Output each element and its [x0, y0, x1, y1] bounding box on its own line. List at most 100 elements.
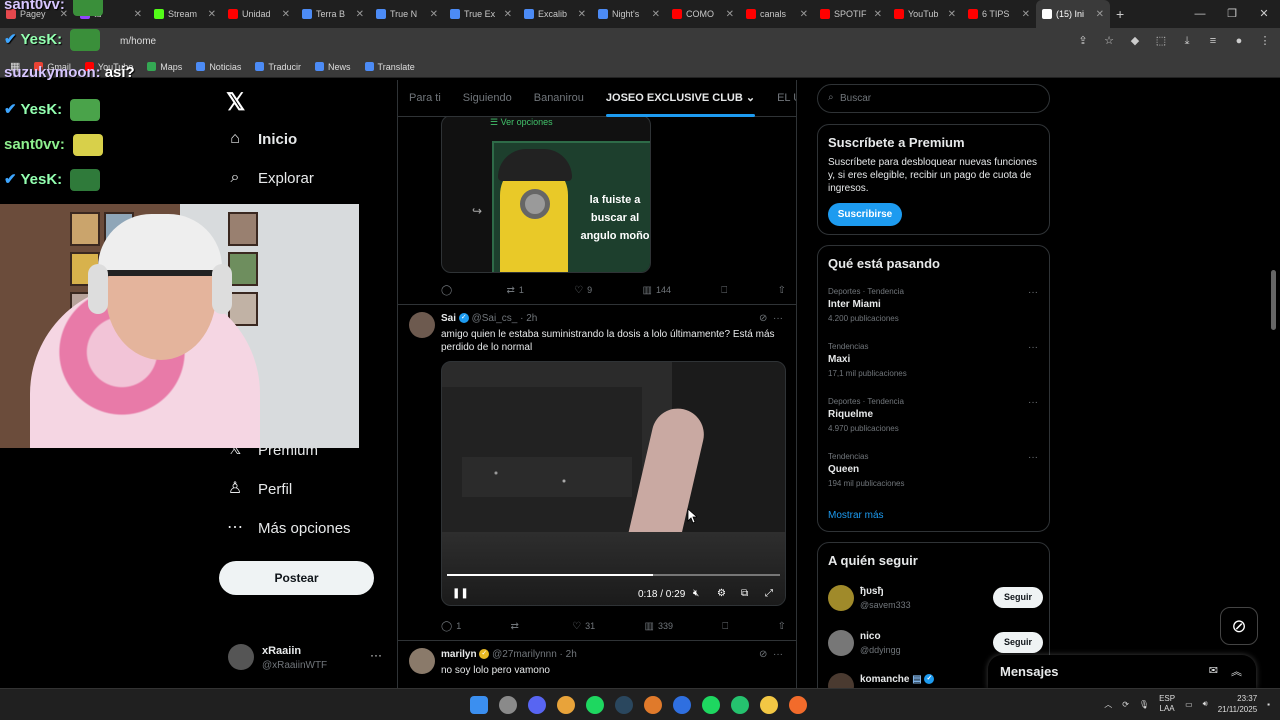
more-dots-icon[interactable]: ··· [1028, 452, 1038, 463]
close-tab-icon[interactable]: ✕ [1022, 9, 1030, 20]
share-button[interactable]: ⇧ [778, 618, 786, 634]
browser-tab[interactable]: Night's ✕ [592, 0, 666, 28]
browser-tab[interactable]: SPOTIF ✕ [814, 0, 888, 28]
browser-tab[interactable]: COMO ✕ [666, 0, 740, 28]
fullscreen-icon[interactable]: ⤢ [765, 588, 773, 599]
trend-item[interactable]: Tendencias Queen 194 mil publicaciones ·… [828, 452, 1038, 488]
tab-siguiendo[interactable]: Siguiendo [452, 80, 523, 117]
close-tab-icon[interactable]: ✕ [208, 9, 216, 20]
browser-tab[interactable]: 6 TIPS ✕ [962, 0, 1036, 28]
close-tab-icon[interactable]: ✕ [800, 9, 808, 20]
grok-button[interactable]: ⊘ [1220, 607, 1258, 645]
tab-bananirou[interactable]: Bananirou [523, 80, 595, 117]
file-explorer-icon[interactable] [760, 696, 778, 714]
more-dots-icon[interactable]: ··· [1028, 397, 1038, 408]
close-tab-icon[interactable]: ✕ [874, 9, 882, 20]
trend-item[interactable]: Deportes · Tendencia Riquelme 4.970 publ… [828, 397, 1038, 433]
bookmark-item[interactable]: News [315, 62, 351, 72]
browser-tab[interactable]: YouTub ✕ [888, 0, 962, 28]
subscribe-button[interactable]: Suscribirse [828, 203, 902, 226]
post-author-handle[interactable]: @Sai_cs_ [472, 313, 518, 324]
language-indicator[interactable]: ESP LAA [1159, 694, 1175, 714]
minimize-button[interactable]: — [1184, 0, 1216, 28]
browser-tab[interactable]: Terra B ✕ [296, 0, 370, 28]
download-icon[interactable]: ⤓ [1180, 34, 1194, 48]
nav-item-perfil[interactable]: ♙ Perfil [226, 480, 292, 498]
new-tab-button[interactable]: + [1116, 6, 1124, 22]
close-tab-icon[interactable]: ✕ [948, 9, 956, 20]
browser-tab[interactable]: True Ex ✕ [444, 0, 518, 28]
start-icon[interactable] [470, 696, 488, 714]
close-tab-icon[interactable]: ✕ [282, 9, 290, 20]
show-more-link[interactable]: Mostrar más [828, 510, 884, 521]
repost-button[interactable]: ⇄ [511, 618, 523, 634]
kick-icon[interactable] [731, 696, 749, 714]
post-author-name[interactable]: Sai [441, 313, 456, 324]
views-button[interactable]: ▥ 339 [644, 618, 672, 634]
steam-icon[interactable] [615, 696, 633, 714]
trend-item[interactable]: Deportes · Tendencia Inter Miami 4.200 p… [828, 287, 1038, 323]
page-scrollbar[interactable] [1271, 270, 1276, 330]
tab-joseo-exclusive-club[interactable]: JOSEO EXCLUSIVE CLUB ⌄ [595, 80, 766, 117]
profile-avatar-icon[interactable]: ● [1232, 34, 1246, 48]
messages-drawer[interactable]: Mensajes ✉ ︽ [988, 655, 1256, 689]
post-author-handle[interactable]: @27marilynnn [492, 649, 557, 660]
repost-button[interactable]: ⇄ 1 [507, 282, 524, 298]
browser-tab[interactable]: Excalib ✕ [518, 0, 592, 28]
nav-item-inicio[interactable]: ⌂ Inicio [226, 130, 297, 148]
close-tab-icon[interactable]: ✕ [726, 9, 734, 20]
close-tab-icon[interactable]: ✕ [1096, 9, 1104, 20]
close-tab-icon[interactable]: ✕ [504, 9, 512, 20]
avatar[interactable] [828, 585, 854, 611]
brave-icon[interactable] [644, 696, 662, 714]
avatar[interactable] [409, 648, 435, 674]
browser-tab[interactable]: Unidad ✕ [222, 0, 296, 28]
reply-button[interactable]: ◯ [441, 282, 456, 298]
notification-icon[interactable]: ▪ [1267, 700, 1270, 709]
extension-icon[interactable]: ◆ [1128, 34, 1142, 48]
volume-icon[interactable]: 🔊︎ [1203, 699, 1208, 709]
discord-icon[interactable] [528, 696, 546, 714]
more-dots-icon[interactable]: ··· [1028, 342, 1038, 353]
view-options-link[interactable]: ☰ Ver opciones [490, 117, 553, 128]
display-icon[interactable]: ▭ [1185, 700, 1193, 709]
more-dots-icon[interactable]: ··· [773, 313, 783, 324]
nav-item-mas-opciones[interactable]: ⋯ Más opciones [226, 519, 351, 537]
more-dots-icon[interactable]: ··· [773, 649, 783, 660]
spotify-alt-icon[interactable] [702, 696, 720, 714]
share-button[interactable]: ⇧ [778, 282, 786, 298]
nav-item-explorar[interactable]: ⌕ Explorar [226, 169, 314, 187]
edge-icon[interactable] [673, 696, 691, 714]
post-button[interactable]: Postear [219, 561, 374, 595]
pause-icon[interactable]: ❚❚ [452, 588, 469, 599]
close-tab-icon[interactable]: ✕ [430, 9, 438, 20]
account-switcher[interactable]: xRaaiin @xRaaiinWTF ··· [228, 642, 388, 678]
tab-el-under[interactable]: EL UNDER [766, 80, 796, 117]
x-logo-icon[interactable]: 𝕏 [226, 88, 245, 117]
close-window-button[interactable]: ✕ [1248, 0, 1280, 28]
tray-chevron-icon[interactable]: ︿ [1104, 699, 1112, 710]
views-button[interactable]: ▥ 144 [642, 282, 670, 298]
close-tab-icon[interactable]: ✕ [578, 9, 586, 20]
install-icon[interactable]: ⇪ [1076, 34, 1090, 48]
tab-para-ti[interactable]: Para ti [398, 80, 452, 117]
spotify-icon[interactable] [586, 696, 604, 714]
grok-icon[interactable]: ⊘ [759, 313, 767, 324]
follow-suggestion[interactable]: ђυѕђ @savem333 Seguir [828, 583, 1043, 619]
maximize-button[interactable]: ❐ [1216, 0, 1248, 28]
extensions-puzzle-icon[interactable]: ⬚ [1154, 34, 1168, 48]
bookmark-item[interactable]: Traducir [255, 62, 301, 72]
like-button[interactable]: ♡ 9 [574, 282, 592, 298]
follow-button[interactable]: Seguir [993, 587, 1043, 608]
browser-tab[interactable]: True N ✕ [370, 0, 444, 28]
close-tab-icon[interactable]: ✕ [356, 9, 364, 20]
network-icon[interactable]: ⟳ [1122, 700, 1129, 709]
browser-tab[interactable]: (15) Ini ✕ [1036, 0, 1110, 28]
avatar[interactable] [409, 312, 435, 338]
like-button[interactable]: ♡ 31 [572, 618, 595, 634]
bookmark-star-icon[interactable]: ☆ [1102, 34, 1116, 48]
reading-list-icon[interactable]: ≡ [1206, 34, 1220, 48]
post-marilyn[interactable]: marilyn ✓ @27marilynnn · 2h ⊘ ··· no soy… [398, 640, 796, 688]
pip-icon[interactable]: ⧉ [741, 588, 748, 599]
bookmark-button[interactable]: ⎕ [722, 618, 728, 634]
